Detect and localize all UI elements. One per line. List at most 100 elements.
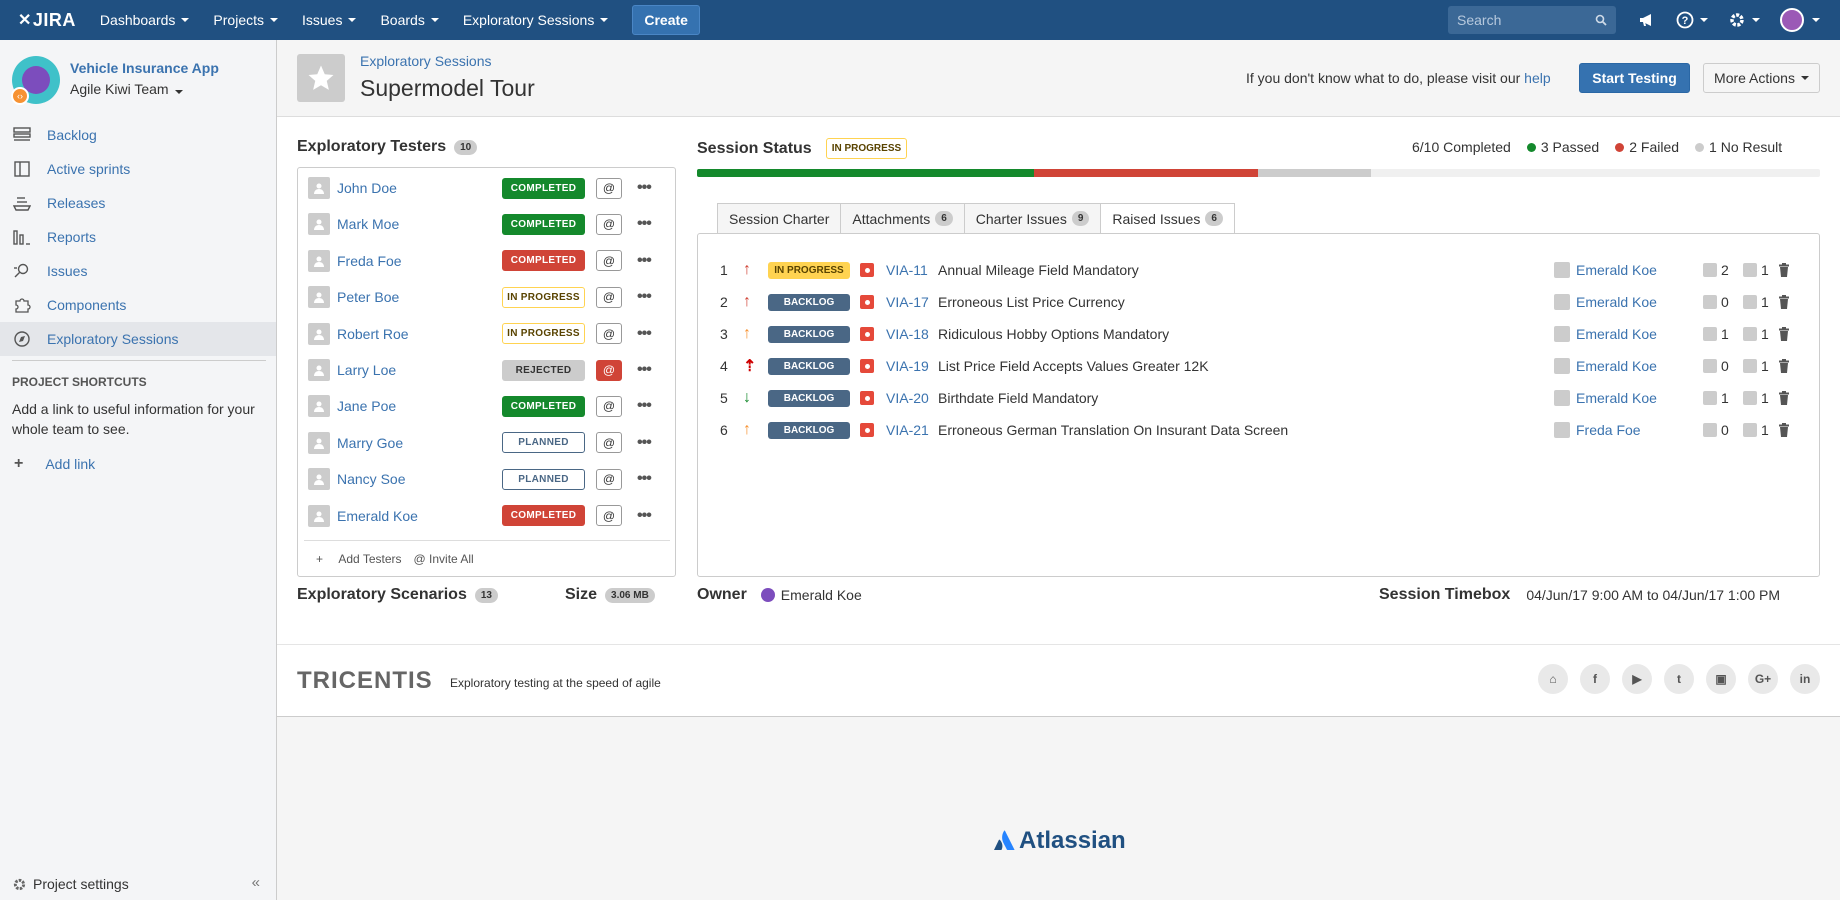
search-input[interactable]: Search xyxy=(1448,6,1616,34)
issue-status-badge: BACKLOG xyxy=(768,389,850,407)
more-options-icon[interactable]: ••• xyxy=(637,507,657,525)
mention-button[interactable]: @ xyxy=(596,323,622,345)
issue-assignee[interactable]: Emerald Koe xyxy=(1554,326,1657,342)
issue-key[interactable]: VIA-19 xyxy=(886,358,929,374)
nav-dashboards[interactable]: Dashboards xyxy=(88,0,202,40)
project-settings-link[interactable]: Project settings xyxy=(12,876,129,892)
help-icon[interactable]: ? xyxy=(1676,11,1708,29)
sidebar-item-reports[interactable]: Reports xyxy=(0,220,276,254)
trash-icon[interactable] xyxy=(1778,263,1790,277)
tricentis-footer: TRICENTIS Exploratory testing at the spe… xyxy=(277,644,1840,717)
nav-issues[interactable]: Issues xyxy=(290,0,368,40)
sidebar-item-issues[interactable]: Issues xyxy=(0,254,276,288)
issue-key[interactable]: VIA-11 xyxy=(886,262,928,278)
home-icon[interactable]: ⌂ xyxy=(1538,664,1568,694)
issue-assignee[interactable]: Emerald Koe xyxy=(1554,390,1657,406)
sidebar-item-active-sprints[interactable]: Active sprints xyxy=(0,152,276,186)
trash-icon[interactable] xyxy=(1778,359,1790,373)
issue-assignee[interactable]: Freda Foe xyxy=(1554,422,1641,438)
puzzle-icon xyxy=(12,295,32,315)
facebook-icon[interactable]: f xyxy=(1580,664,1610,694)
youtube-icon[interactable]: ▶ xyxy=(1622,664,1652,694)
collapse-sidebar-icon[interactable]: « xyxy=(252,874,260,891)
tester-name[interactable]: Marry Goe xyxy=(337,435,403,451)
tester-name[interactable]: Freda Foe xyxy=(337,253,402,269)
mention-button[interactable]: @ xyxy=(596,432,622,454)
create-button[interactable]: Create xyxy=(632,5,700,35)
breadcrumb[interactable]: Exploratory Sessions xyxy=(360,53,492,69)
nav-projects[interactable]: Projects xyxy=(201,0,290,40)
sidebar-item-releases[interactable]: Releases xyxy=(0,186,276,220)
atlassian-logo[interactable]: Atlassian xyxy=(993,827,1126,855)
tester-name[interactable]: Mark Moe xyxy=(337,216,399,232)
mention-button[interactable]: @ xyxy=(596,250,622,272)
team-selector[interactable]: Agile Kiwi Team xyxy=(70,81,219,97)
more-options-icon[interactable]: ••• xyxy=(637,179,657,197)
trash-icon[interactable] xyxy=(1778,295,1790,309)
sidebar-item-components[interactable]: Components xyxy=(0,288,276,322)
nav-exploratory-sessions[interactable]: Exploratory Sessions xyxy=(451,0,621,40)
start-testing-button[interactable]: Start Testing xyxy=(1579,63,1690,93)
mention-button[interactable]: @ xyxy=(596,359,622,381)
add-link-button[interactable]: + Add link xyxy=(0,439,276,473)
mention-button[interactable]: @ xyxy=(596,505,622,527)
megaphone-icon[interactable] xyxy=(1638,12,1656,28)
more-options-icon[interactable]: ••• xyxy=(637,470,657,488)
trash-icon[interactable] xyxy=(1778,391,1790,405)
tester-row: John Doe COMPLETED @ ••• xyxy=(298,170,675,206)
user-avatar[interactable] xyxy=(1780,8,1820,32)
tab-session-charter[interactable]: Session Charter xyxy=(717,203,841,234)
issue-assignee[interactable]: Emerald Koe xyxy=(1554,358,1657,374)
help-link[interactable]: help xyxy=(1524,70,1550,86)
plus-icon: + xyxy=(14,455,24,472)
mention-button[interactable]: @ xyxy=(596,468,622,490)
jira-logo[interactable]: ✕ JIRA xyxy=(18,10,76,31)
issue-key[interactable]: VIA-17 xyxy=(886,294,929,310)
tester-status-badge: COMPLETED xyxy=(502,250,585,272)
more-options-icon[interactable]: ••• xyxy=(637,252,657,270)
slideshare-icon[interactable]: ▣ xyxy=(1706,664,1736,694)
tab-attachments[interactable]: Attachments 6 xyxy=(840,203,964,234)
twitter-icon[interactable]: t xyxy=(1664,664,1694,694)
issue-key[interactable]: VIA-20 xyxy=(886,390,929,406)
mention-button[interactable]: @ xyxy=(596,213,622,235)
google-plus-icon[interactable]: G+ xyxy=(1748,664,1778,694)
issue-assignee[interactable]: Emerald Koe xyxy=(1554,262,1657,278)
more-actions-button[interactable]: More Actions xyxy=(1703,63,1820,93)
tab-raised-issues[interactable]: Raised Issues 6 xyxy=(1100,203,1235,234)
add-testers-button[interactable]: + Add Testers xyxy=(316,552,402,566)
tab-charter-issues[interactable]: Charter Issues 9 xyxy=(963,203,1101,234)
issue-assignee[interactable]: Emerald Koe xyxy=(1554,294,1657,310)
tricentis-logo[interactable]: TRICENTIS xyxy=(297,667,433,695)
project-avatar[interactable]: ‹› xyxy=(11,56,60,105)
sidebar-item-backlog[interactable]: Backlog xyxy=(0,118,276,152)
issue-sessions-count: 0 xyxy=(1703,294,1729,310)
mention-button[interactable]: @ xyxy=(596,395,622,417)
size-value: 3.06 MB xyxy=(605,587,655,603)
gear-icon[interactable] xyxy=(1728,11,1760,29)
more-options-icon[interactable]: ••• xyxy=(637,361,657,379)
issue-key[interactable]: VIA-18 xyxy=(886,326,929,342)
project-name[interactable]: Vehicle Insurance App xyxy=(70,60,219,76)
more-options-icon[interactable]: ••• xyxy=(637,434,657,452)
nav-boards[interactable]: Boards xyxy=(368,0,450,40)
tester-name[interactable]: John Doe xyxy=(337,180,397,196)
mention-button[interactable]: @ xyxy=(596,177,622,199)
more-options-icon[interactable]: ••• xyxy=(637,288,657,306)
mention-button[interactable]: @ xyxy=(596,286,622,308)
linkedin-icon[interactable]: in xyxy=(1790,664,1820,694)
tester-name[interactable]: Larry Loe xyxy=(337,362,396,378)
tester-name[interactable]: Jane Poe xyxy=(337,398,396,414)
tester-name[interactable]: Peter Boe xyxy=(337,289,399,305)
more-options-icon[interactable]: ••• xyxy=(637,215,657,233)
more-options-icon[interactable]: ••• xyxy=(637,397,657,415)
more-options-icon[interactable]: ••• xyxy=(637,325,657,343)
sidebar-item-exploratory-sessions[interactable]: Exploratory Sessions xyxy=(0,322,276,356)
invite-all-button[interactable]: @ Invite All xyxy=(414,552,474,566)
tester-name[interactable]: Robert Roe xyxy=(337,326,409,342)
trash-icon[interactable] xyxy=(1778,423,1790,437)
trash-icon[interactable] xyxy=(1778,327,1790,341)
tester-name[interactable]: Nancy Soe xyxy=(337,471,405,487)
tester-name[interactable]: Emerald Koe xyxy=(337,508,418,524)
issue-key[interactable]: VIA-21 xyxy=(886,422,929,438)
